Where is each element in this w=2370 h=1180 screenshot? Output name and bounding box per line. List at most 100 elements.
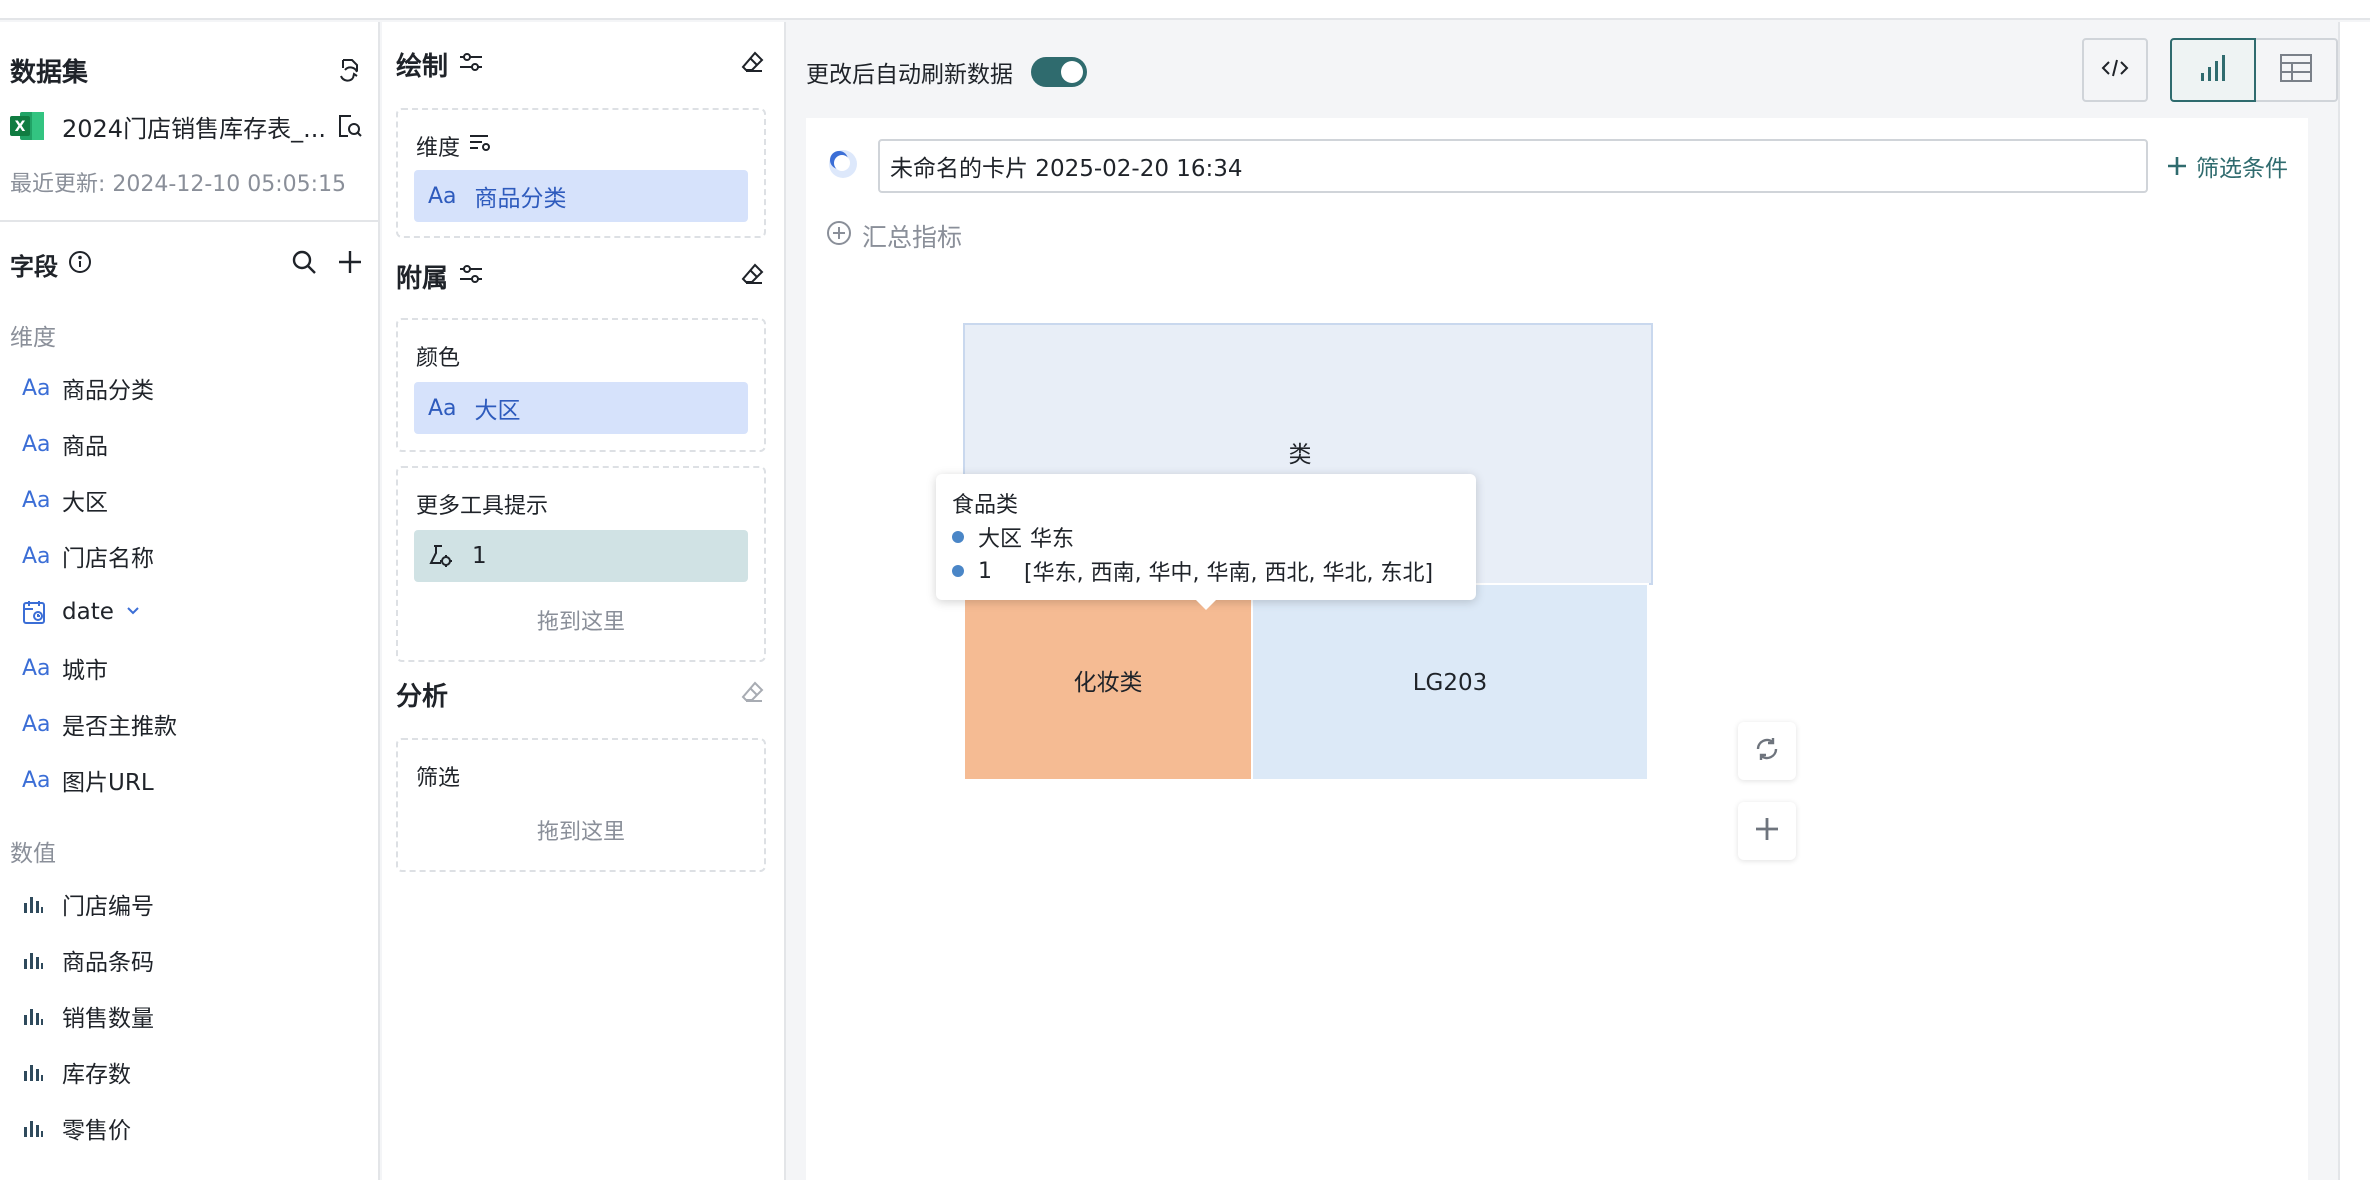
bar-chart-icon <box>22 1005 62 1027</box>
tooltip-row: 大区 华东 <box>952 520 1460 554</box>
settings-sliders-icon[interactable] <box>458 262 484 290</box>
dimension-group-label: 维度 <box>10 325 56 351</box>
dataset-file-name: 2024门店销售库存表_... <box>62 114 326 143</box>
formula-icon <box>428 543 454 569</box>
chart-table-toggle <box>2170 38 2338 102</box>
field-item[interactable]: Aa 城市 <box>0 640 378 696</box>
text-type-icon: Aa <box>22 711 51 737</box>
measure-group-label: 数值 <box>10 841 56 867</box>
dataset-panel: 数据集 X 2024门店销售库存表_... 最近更新: 2024-12-10 0… <box>0 22 380 1180</box>
field-item[interactable]: 商品条码 <box>0 932 378 988</box>
refresh-dataset-icon[interactable] <box>332 53 366 87</box>
field-item[interactable]: 零售价 <box>0 1100 378 1156</box>
settings-sliders-icon[interactable] <box>458 50 484 78</box>
treemap-node-label: 化妆类 <box>1074 670 1143 696</box>
measure-list: 门店编号 商品条码 销售数量 库存数 零售价 <box>0 876 378 1156</box>
analysis-title: 分析 <box>396 681 449 712</box>
sort-icon[interactable] <box>468 132 492 160</box>
bar-chart-icon <box>22 1061 62 1083</box>
refresh-icon <box>1752 734 1782 768</box>
bar-chart-icon <box>22 1117 62 1139</box>
tooltip-title: 食品类 <box>952 493 1019 518</box>
treemap-node-label: 类 <box>1289 442 1312 468</box>
text-type-icon: Aa <box>22 655 51 681</box>
calendar-icon <box>22 599 62 625</box>
dimension-drop-zone[interactable]: 维度 Aa 商品分类 <box>396 108 766 238</box>
field-item[interactable]: Aa 门店名称 <box>0 528 378 584</box>
field-item[interactable]: 门店编号 <box>0 876 378 932</box>
filter-label: 筛选 <box>416 766 461 791</box>
color-label: 颜色 <box>416 346 461 371</box>
tooltip-drop-zone[interactable]: 更多工具提示 1 拖到这里 <box>396 466 766 662</box>
draw-title: 绘制 <box>396 51 449 82</box>
chart-view-button[interactable] <box>2170 38 2256 102</box>
field-item[interactable]: 库存数 <box>0 1044 378 1100</box>
filter-drop-zone[interactable]: 筛选 拖到这里 <box>396 738 766 872</box>
main-area: 更改后自动刷新数据 化妆类 LG203 类 筛选条件 <box>788 22 2338 1180</box>
code-icon <box>2101 58 2129 82</box>
reset-view-button[interactable] <box>1738 722 1796 780</box>
drop-hint: 拖到这里 <box>536 610 625 635</box>
add-summary-metric[interactable]: 汇总指标 <box>826 218 962 254</box>
attach-title: 附属 <box>396 263 449 294</box>
info-icon[interactable] <box>68 250 92 278</box>
add-filter-button[interactable]: 筛选条件 <box>2166 149 2288 183</box>
attach-section-header: 附属 <box>396 256 766 296</box>
toggle-knob <box>1061 61 1083 83</box>
dataset-title: 数据集 <box>10 57 89 88</box>
field-item[interactable]: Aa 是否主推款 <box>0 696 378 752</box>
auto-refresh-label: 更改后自动刷新数据 <box>806 62 1013 88</box>
dimension-list: Aa 商品分类 Aa 商品 Aa 大区 Aa 门店名称 date Aa 城市 Aa 是否主推… <box>0 360 378 808</box>
field-item[interactable]: Aa 大区 <box>0 472 378 528</box>
chart-card: 化妆类 LG203 类 筛选条件 汇总指标 食品类 大区 华东 <box>806 118 2308 1180</box>
tooltip-chip[interactable]: 1 <box>414 530 748 582</box>
field-item[interactable]: Aa 商品 <box>0 416 378 472</box>
divider <box>0 220 378 222</box>
dimension-chip[interactable]: Aa 商品分类 <box>414 170 748 222</box>
treemap-node-label: LG203 <box>1413 670 1488 696</box>
field-item[interactable]: Aa 商品分类 <box>0 360 378 416</box>
tooltip-row: 1 [华东, 西南, 华中, 华南, 西北, 华北, 东北] <box>952 554 1460 588</box>
circle-plus-icon <box>826 220 852 252</box>
excel-icon: X <box>10 110 46 142</box>
eraser-icon[interactable] <box>740 261 766 291</box>
eraser-icon[interactable] <box>740 49 766 79</box>
code-view-button[interactable] <box>2082 38 2148 102</box>
text-type-icon: Aa <box>22 431 51 457</box>
color-chip[interactable]: Aa 大区 <box>414 382 748 434</box>
bar-chart-icon <box>22 893 62 915</box>
auto-refresh-toggle[interactable] <box>1031 57 1087 87</box>
text-type-icon: Aa <box>22 487 51 513</box>
chevron-down-icon[interactable] <box>124 599 142 625</box>
preview-dataset-icon[interactable] <box>332 109 366 143</box>
field-item[interactable]: 销售数量 <box>0 988 378 1044</box>
field-item[interactable]: Aa 图片URL <box>0 752 378 808</box>
series-dot <box>952 531 964 543</box>
treemap-chart: 化妆类 LG203 类 <box>963 323 1653 781</box>
add-field-icon[interactable] <box>336 248 364 280</box>
card-title-input[interactable] <box>878 139 2148 193</box>
eraser-icon[interactable] <box>740 679 766 709</box>
color-drop-zone[interactable]: 颜色 Aa 大区 <box>396 318 766 452</box>
text-type-icon: Aa <box>22 375 51 401</box>
dataset-file[interactable]: X 2024门店销售库存表_... <box>10 106 366 146</box>
auto-refresh-control: 更改后自动刷新数据 <box>806 52 1087 92</box>
table-icon <box>2279 53 2313 87</box>
tooltip-arrow <box>1196 600 1216 610</box>
field-item-date[interactable]: date <box>0 584 378 640</box>
text-type-icon: Aa <box>22 767 51 793</box>
draw-section-header: 绘制 <box>396 44 766 84</box>
zoom-in-button[interactable] <box>1738 802 1796 860</box>
fields-header: 字段 <box>10 244 364 284</box>
chart-type-icon[interactable] <box>826 147 860 185</box>
bar-chart-icon <box>22 949 62 971</box>
dataset-header: 数据集 <box>10 50 366 90</box>
search-icon[interactable] <box>290 248 318 280</box>
text-type-icon: Aa <box>22 543 51 569</box>
table-view-button[interactable] <box>2256 38 2338 102</box>
config-panel: 绘制 维度 Aa 商品分类 附属 颜色 Aa 大区 更多工具提示 1 拖到这里 分析 <box>382 22 786 1180</box>
bar-chart-icon <box>2198 53 2228 87</box>
card-title-row: 筛选条件 <box>826 138 2288 194</box>
plus-icon <box>1752 814 1782 848</box>
fields-title: 字段 <box>10 252 58 281</box>
